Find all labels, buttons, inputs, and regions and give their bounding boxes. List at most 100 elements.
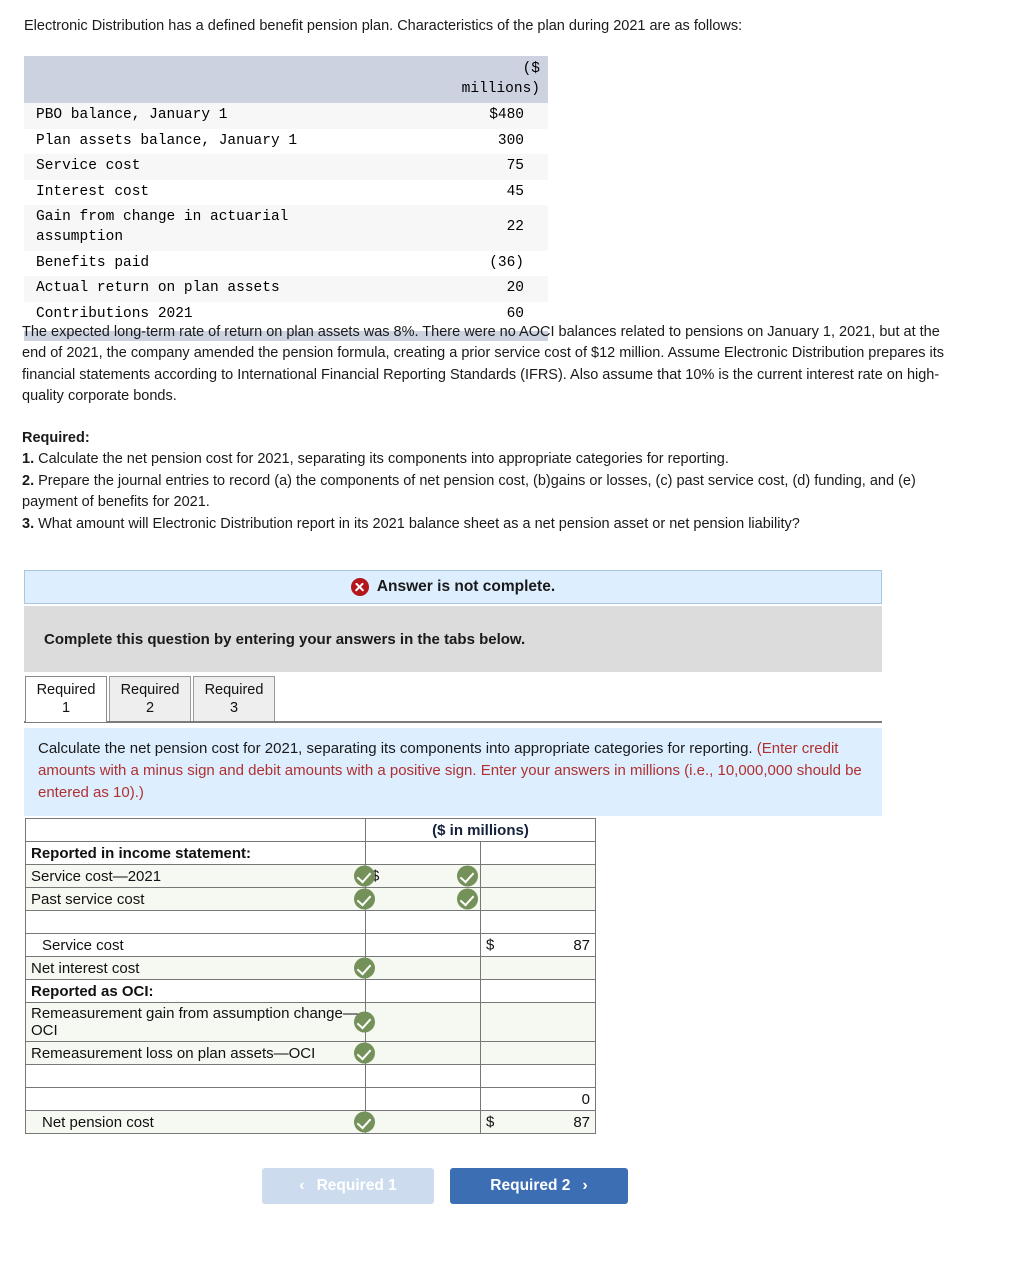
required-section: Required: 1. Calculate the net pension c… — [22, 428, 966, 535]
facts-row: Benefits paid (36) — [24, 250, 548, 277]
facts-row-label: PBO balance, January 1 — [36, 107, 228, 124]
answer-header-blank — [25, 818, 366, 842]
facts-row-label: Gain from change in actuarial assumption — [36, 209, 289, 245]
answer-row-col2[interactable]: $75 — [365, 864, 481, 888]
answer-row-label-text: Service cost—2021 — [31, 867, 162, 885]
answer-row-col2[interactable] — [365, 1087, 481, 1111]
tab-required-2[interactable]: Required 2 — [109, 676, 191, 723]
answer-row-label-text: Net interest cost — [31, 959, 140, 977]
answer-row-col3[interactable] — [480, 979, 596, 1003]
assumptions-paragraph: The expected long-term rate of return on… — [22, 324, 945, 405]
answer-table-row: Reported in income statement: — [25, 841, 596, 865]
instruction-box: Complete this question by entering your … — [24, 606, 882, 672]
answer-table-header-row: ($ in millions) — [25, 818, 596, 842]
tab-number: 1 — [61, 700, 71, 717]
answer-row-col3[interactable] — [480, 1041, 596, 1065]
correct-check-icon — [457, 865, 478, 887]
tab-required-1[interactable]: Required 1 — [25, 676, 107, 723]
answer-row-label-text: Reported as OCI: — [31, 982, 154, 1000]
facts-row-value: 300 — [497, 132, 524, 149]
answer-row-col2[interactable] — [365, 1110, 481, 1134]
required-tab-strip[interactable]: Required 1 Required 2 Required 3 — [25, 676, 277, 723]
required-item-2-number: 2. — [22, 472, 35, 489]
answer-table-row — [25, 910, 596, 934]
required-item-3: 3. What amount will Electronic Distribut… — [22, 514, 966, 535]
answer-status-text: Answer is not complete. — [376, 578, 556, 595]
answer-table-row — [25, 1064, 596, 1088]
answer-row-label — [25, 1064, 366, 1088]
required-2-next-label: Required 2 — [490, 1177, 571, 1194]
facts-row: Actual return on plan assets 20 — [24, 276, 548, 302]
answer-row-col3[interactable]: $87 — [480, 1110, 596, 1134]
answer-row-label: Remeasurement loss on plan assets—OCI — [25, 1041, 375, 1065]
correct-check-icon — [354, 888, 375, 910]
answer-row-col3[interactable] — [480, 1002, 596, 1042]
tab-number: 2 — [145, 700, 155, 717]
correct-check-icon — [354, 1042, 375, 1064]
facts-header-units-line1: ($ — [522, 61, 540, 77]
answer-table-row: Past service cost 12 — [25, 887, 596, 911]
answer-row-label: Reported as OCI: — [25, 979, 366, 1003]
correct-check-icon — [354, 1111, 375, 1133]
answer-row-col3[interactable] — [480, 1064, 596, 1088]
required-1-prev-label: Required 1 — [316, 1177, 397, 1194]
question-prompt-text: Calculate the net pension cost for 2021,… — [38, 740, 757, 757]
answer-row-label: Reported in income statement: — [25, 841, 366, 865]
answer-row-col3[interactable]: 0 — [480, 1087, 596, 1111]
answer-row-col2[interactable] — [365, 1041, 481, 1065]
facts-row-value: 22 — [506, 219, 524, 236]
currency-symbol: $ — [486, 1113, 495, 1131]
answer-row-label-text: Net pension cost — [42, 1113, 154, 1131]
answer-row-col2[interactable] — [365, 956, 481, 980]
answer-row-col3[interactable] — [480, 956, 596, 980]
facts-row-value: 75 — [506, 158, 524, 175]
answer-row-label-text: Service cost — [42, 936, 124, 954]
facts-row: Interest cost 45 — [24, 179, 548, 206]
currency-symbol: $ — [486, 936, 495, 954]
tab-number: 3 — [229, 700, 239, 717]
required-heading: Required: — [22, 430, 90, 446]
facts-header-blank — [24, 56, 360, 104]
tab-required-3[interactable]: Required 3 — [193, 676, 275, 723]
answer-row-col2[interactable] — [365, 841, 481, 865]
answer-row-label-text: Past service cost — [31, 890, 145, 908]
intro-paragraph: Electronic Distribution has a defined be… — [24, 18, 743, 34]
pagination-nav[interactable]: ‹ Required 1 Required 2 › — [262, 1168, 628, 1204]
correct-check-icon — [354, 957, 375, 979]
facts-row-label: Interest cost — [36, 183, 150, 200]
required-1-prev-button[interactable]: ‹ Required 1 — [262, 1168, 434, 1204]
chevron-left-icon: ‹ — [299, 1177, 305, 1194]
answer-table[interactable]: ($ in millions) Reported in income state… — [25, 818, 596, 1134]
answer-row-col3[interactable]: $87 — [480, 933, 596, 957]
answer-row-col2[interactable] — [365, 1064, 481, 1088]
answer-row-col3-value: 87 — [573, 936, 590, 954]
answer-row-col3[interactable] — [480, 841, 596, 865]
answer-row-label: Remeasurement gain from assumption chang… — [25, 1002, 375, 1042]
required-item-3-number: 3. — [22, 515, 35, 532]
tab-label: Required — [36, 682, 96, 698]
required-item-1: 1. Calculate the net pension cost for 20… — [22, 449, 966, 470]
answer-row-col2[interactable] — [365, 933, 481, 957]
answer-row-col2[interactable] — [365, 910, 481, 934]
answer-row-col2[interactable] — [365, 979, 481, 1003]
error-x-icon — [350, 578, 369, 596]
answer-row-col3[interactable] — [480, 864, 596, 888]
answer-row-col3[interactable] — [480, 887, 596, 911]
answer-row-col3[interactable] — [480, 910, 596, 934]
answer-table-row: Net interest cost — [25, 956, 596, 980]
answer-row-label — [25, 910, 366, 934]
facts-row-label: Actual return on plan assets — [36, 280, 280, 297]
answer-row-label: Net pension cost — [25, 1110, 375, 1134]
facts-row: Gain from change in actuarial assumption… — [24, 205, 548, 251]
answer-row-col3-value: 0 — [581, 1090, 590, 1108]
required-2-next-button[interactable]: Required 2 › — [450, 1168, 628, 1204]
answer-table-row: Service cost $87 — [25, 933, 596, 957]
answer-table-row: Remeasurement loss on plan assets—OCI — [25, 1041, 596, 1065]
answer-table-row: Service cost—2021 $75 — [25, 864, 596, 888]
facts-row-value: (36) — [489, 254, 524, 271]
facts-row-value: 45 — [506, 183, 524, 200]
required-item-1-number: 1. — [22, 451, 35, 468]
answer-row-col2[interactable]: 12 — [365, 887, 481, 911]
answer-row-col2[interactable] — [365, 1002, 481, 1042]
answer-row-label: Past service cost — [25, 887, 375, 911]
